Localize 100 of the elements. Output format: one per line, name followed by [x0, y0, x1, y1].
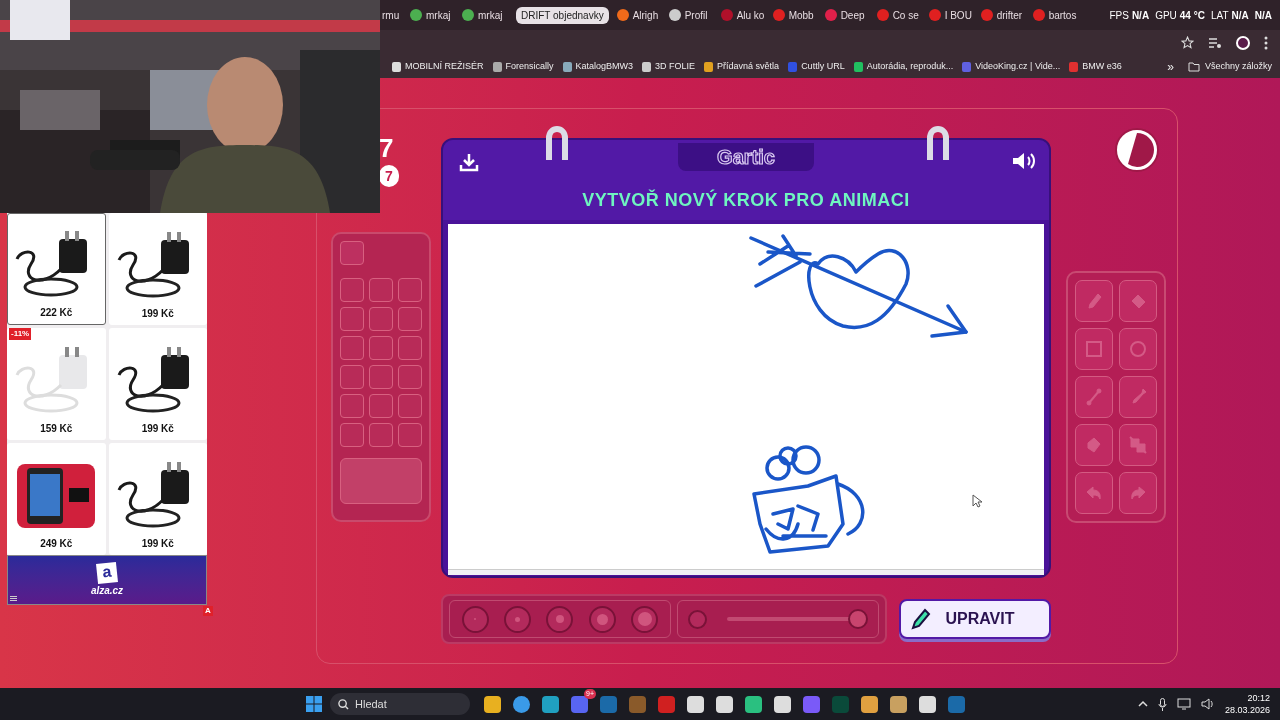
- edit-button[interactable]: UPRAVIT: [899, 599, 1051, 639]
- product-tile[interactable]: 249 Kč: [7, 443, 106, 555]
- ad-badge[interactable]: A: [203, 606, 213, 616]
- color-swatch[interactable]: [398, 278, 422, 302]
- color-swatch[interactable]: [398, 365, 422, 389]
- tool-button[interactable]: [1119, 328, 1157, 370]
- color-swatch[interactable]: [369, 336, 393, 360]
- tab-group-label[interactable]: DRIFT objednavky: [516, 6, 609, 24]
- windows-start-icon[interactable]: [306, 696, 322, 712]
- download-icon[interactable]: [459, 152, 479, 172]
- brush-size-button[interactable]: [461, 605, 489, 633]
- taskbar-app-icon[interactable]: [861, 695, 878, 713]
- drawing-canvas[interactable]: [448, 224, 1044, 569]
- color-swatch[interactable]: [369, 394, 393, 418]
- bookmark-link[interactable]: KatalogBMW3: [562, 59, 634, 74]
- color-swatch[interactable]: [340, 365, 364, 389]
- brand-banner[interactable]: a alza.cz: [7, 555, 207, 605]
- color-swatch[interactable]: [340, 394, 364, 418]
- taskbar-app-icon[interactable]: [687, 695, 704, 713]
- taskbar-app-icon[interactable]: [890, 695, 907, 713]
- bookmark-favicon-icon: [788, 61, 798, 72]
- color-swatch[interactable]: [340, 307, 364, 331]
- color-swatch[interactable]: [340, 278, 364, 302]
- taskbar-app-icon[interactable]: [513, 695, 530, 713]
- tool-button[interactable]: [1075, 328, 1113, 370]
- color-swatch[interactable]: [398, 423, 422, 447]
- all-bookmarks-button[interactable]: Všechny záložky: [1204, 59, 1272, 74]
- slider-thumb[interactable]: [848, 609, 869, 629]
- more-bookmarks-button[interactable]: »: [1167, 57, 1174, 76]
- browser-tab[interactable]: rmu: [382, 7, 406, 23]
- product-tile[interactable]: 199 Kč: [108, 213, 207, 325]
- bookmark-favicon-icon: [962, 61, 972, 72]
- tool-button[interactable]: [1119, 376, 1157, 418]
- color-swatch[interactable]: [398, 307, 422, 331]
- profile-avatar[interactable]: [1236, 35, 1250, 50]
- color-swatch[interactable]: [369, 423, 393, 447]
- product-price: 199 Kč: [141, 537, 174, 551]
- menu-icon[interactable]: [1264, 35, 1268, 50]
- color-swatch[interactable]: [398, 394, 422, 418]
- color-swatch[interactable]: [340, 423, 364, 447]
- taskbar-app-icon[interactable]: [542, 695, 559, 713]
- brush-size-button[interactable]: [504, 605, 532, 633]
- tool-button[interactable]: [1119, 472, 1157, 514]
- color-swatch[interactable]: [340, 241, 364, 265]
- taskbar-app-icon[interactable]: [484, 695, 501, 713]
- taskbar-search-field[interactable]: Hledat: [330, 693, 470, 715]
- bookmark-link[interactable]: BMW e36: [1069, 59, 1122, 74]
- browser-tab[interactable]: Co se: [874, 7, 925, 23]
- browser-tab[interactable]: Profil: [666, 7, 717, 23]
- tool-button[interactable]: [1119, 280, 1157, 322]
- tool-button[interactable]: [1075, 472, 1113, 514]
- overlay-value: N/A: [1231, 8, 1249, 23]
- taskbar-app-icon[interactable]: [774, 695, 791, 713]
- taskbar-app-icon[interactable]: [745, 695, 762, 713]
- product-tile[interactable]: -11% 159 Kč: [7, 328, 106, 440]
- brand-name: alza.cz: [90, 583, 124, 598]
- menu-icon[interactable]: [10, 596, 17, 601]
- microphone-icon[interactable]: [1157, 697, 1167, 711]
- product-tile[interactable]: 199 Kč: [108, 328, 207, 440]
- speaker-icon[interactable]: [1011, 151, 1037, 171]
- brush-size-button[interactable]: [546, 605, 574, 633]
- color-swatch[interactable]: [340, 336, 364, 360]
- color-swatch[interactable]: [369, 307, 393, 331]
- browser-tab[interactable]: Alu ko: [718, 7, 769, 23]
- bookmark-link[interactable]: Přídavná světla: [704, 59, 780, 74]
- brush-size-button[interactable]: [588, 605, 616, 633]
- chevron-up-icon[interactable]: [1137, 700, 1148, 708]
- browser-tab[interactable]: I BOU: [926, 7, 977, 23]
- volume-icon[interactable]: [1200, 698, 1215, 710]
- bookmark-link[interactable]: Cuttly URL: [788, 59, 845, 74]
- bookmark-link[interactable]: Forensically: [492, 59, 554, 74]
- browser-tab[interactable]: drifter: [978, 7, 1029, 23]
- taskbar-app-icon[interactable]: [716, 695, 733, 713]
- browser-tab[interactable]: Alrigh: [614, 7, 665, 23]
- browser-tab[interactable]: mrkaj: [460, 7, 510, 23]
- product-tile[interactable]: 199 Kč: [108, 443, 207, 555]
- clock-time[interactable]: 20:12: [1247, 692, 1270, 704]
- tool-button[interactable]: [1075, 424, 1113, 466]
- color-swatch[interactable]: [369, 365, 393, 389]
- brush-size-button[interactable]: [631, 605, 659, 633]
- product-tile[interactable]: 222 Kč: [7, 213, 106, 325]
- bookmark-favicon-icon: [392, 61, 401, 72]
- bookmark-link[interactable]: VideoKing.cz | Vide...: [962, 59, 1061, 74]
- bookmark-link[interactable]: Autorádia, reproduk...: [853, 59, 954, 74]
- network-icon[interactable]: [1176, 698, 1191, 710]
- browser-tab[interactable]: mrkaj: [408, 7, 458, 23]
- taskbar-app-icon[interactable]: [919, 695, 936, 713]
- browser-tab[interactable]: Mobb: [770, 7, 821, 23]
- tool-button[interactable]: [1075, 280, 1113, 322]
- tool-button[interactable]: [1075, 376, 1113, 418]
- color-swatch[interactable]: [398, 336, 422, 360]
- tool-button[interactable]: [1119, 424, 1157, 466]
- media-icon[interactable]: [1208, 36, 1222, 49]
- star-icon[interactable]: [1181, 36, 1194, 49]
- bookmark-link[interactable]: MOBILNÍ REŽISÉR: [392, 59, 484, 74]
- browser-tab[interactable]: bartos: [1030, 7, 1081, 23]
- clock-date[interactable]: 28.03.2026: [1224, 704, 1270, 716]
- bookmark-link[interactable]: 3D FOLIE: [642, 59, 696, 74]
- color-swatch[interactable]: [369, 278, 393, 302]
- browser-tab[interactable]: Deep: [822, 7, 873, 23]
